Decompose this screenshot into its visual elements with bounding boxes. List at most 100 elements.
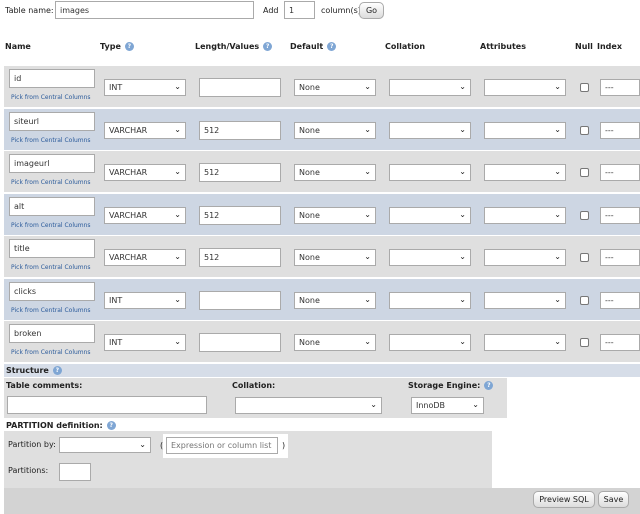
help-icon[interactable]: ? [263, 42, 273, 51]
column-attributes-select[interactable]: ⌄ [484, 206, 566, 224]
pick-from-central-columns-link[interactable]: Pick from Central Columns [11, 264, 91, 271]
column-collation-select[interactable]: ⌄ [389, 334, 471, 351]
chevron-down-icon: ⌄ [472, 400, 479, 409]
column-length-input[interactable]: 512 [199, 163, 281, 182]
chevron-down-icon: ⌄ [364, 294, 371, 304]
column-name-input[interactable]: title [9, 239, 95, 258]
column-default-select[interactable]: None ⌄ [294, 164, 376, 181]
column-length-input[interactable]: 512 [199, 120, 281, 140]
column-row: imageurl Pick from Central Columns VARCHAR… [4, 151, 640, 192]
add-columns-input[interactable]: 1 [284, 1, 315, 19]
column-name-input[interactable]: imageurl [9, 154, 95, 173]
table-comments-input[interactable] [7, 396, 207, 414]
column-name-input[interactable]: alt [9, 196, 95, 216]
column-default-select[interactable]: None ⌄ [294, 291, 376, 309]
go-button[interactable]: Go [359, 2, 384, 19]
column-null-checkbox[interactable] [580, 168, 589, 177]
column-null-checkbox[interactable] [580, 210, 589, 220]
pick-from-central-columns-link[interactable]: Pick from Central Columns [11, 222, 91, 229]
structure-title: Structure? [6, 366, 62, 375]
preview-sql-button[interactable]: Preview SQL [533, 491, 595, 508]
column-null-checkbox[interactable] [580, 125, 589, 135]
chevron-down-icon: ⌄ [459, 209, 466, 219]
table-collation-select[interactable]: ⌄ [235, 397, 382, 414]
chevron-down-icon: ⌄ [364, 124, 371, 134]
chevron-down-icon: ⌄ [174, 167, 181, 176]
chevron-down-icon: ⌄ [459, 252, 466, 261]
help-icon[interactable]: ? [124, 42, 134, 51]
pick-from-central-columns-link[interactable]: Pick from Central Columns [11, 94, 91, 101]
column-length-input[interactable]: 512 [199, 248, 281, 267]
chevron-down-icon: ⌄ [554, 82, 561, 91]
pick-from-central-columns-link[interactable]: Pick from Central Columns [11, 349, 91, 356]
chevron-down-icon: ⌄ [174, 82, 181, 91]
column-type-select[interactable]: INT ⌄ [104, 79, 186, 96]
column-collation-select[interactable]: ⌄ [389, 79, 471, 96]
pick-from-central-columns-link[interactable]: Pick from Central Columns [11, 137, 91, 144]
column-collation-select[interactable]: ⌄ [389, 249, 471, 266]
column-type-select[interactable]: VARCHAR ⌄ [104, 206, 186, 224]
pick-from-central-columns-link[interactable]: Pick from Central Columns [11, 307, 91, 314]
column-null-checkbox[interactable] [580, 295, 589, 305]
column-length-input[interactable] [199, 333, 281, 352]
column-attributes-select[interactable]: ⌄ [484, 249, 566, 266]
column-type-select[interactable]: VARCHAR ⌄ [104, 249, 186, 266]
column-null-checkbox[interactable] [580, 83, 589, 92]
chevron-down-icon: ⌄ [364, 252, 371, 261]
column-length-input[interactable] [199, 290, 281, 310]
column-index-select[interactable]: --- [600, 206, 640, 224]
column-collation-select[interactable]: ⌄ [389, 291, 471, 309]
help-icon[interactable]: ? [52, 366, 62, 375]
column-index-select[interactable]: --- [600, 164, 640, 181]
partition-by-select[interactable]: ⌄ [59, 437, 151, 453]
column-type-select[interactable]: INT ⌄ [104, 334, 186, 351]
column-default-select[interactable]: None ⌄ [294, 334, 376, 351]
column-row: clicks Pick from Central Columns INT ⌄ None ⌄… [4, 278, 640, 320]
column-name-input[interactable]: siteurl [9, 111, 95, 131]
column-index-select[interactable]: --- [600, 291, 640, 309]
column-attributes-select[interactable]: ⌄ [484, 121, 566, 139]
column-attributes-select[interactable]: ⌄ [484, 79, 566, 96]
column-type-select[interactable]: INT ⌄ [104, 291, 186, 309]
column-length-input[interactable] [199, 78, 281, 97]
partition-expression-input[interactable] [166, 437, 278, 454]
column-name-input[interactable]: clicks [9, 281, 95, 301]
chevron-down-icon: ⌄ [554, 252, 561, 261]
column-attributes-select[interactable]: ⌄ [484, 291, 566, 309]
partitions-count-input[interactable] [59, 463, 91, 481]
column-name-input[interactable]: id [9, 69, 95, 88]
chevron-down-icon: ⌄ [364, 209, 371, 219]
column-name-input[interactable]: broken [9, 324, 95, 343]
column-length-input[interactable]: 512 [199, 205, 281, 225]
storage-engine-select[interactable]: InnoDB ⌄ [411, 397, 484, 414]
column-index-select[interactable]: --- [600, 121, 640, 139]
header-index: Index [597, 42, 622, 51]
help-icon[interactable]: ? [327, 42, 337, 51]
help-icon[interactable]: ? [484, 381, 494, 390]
column-index-select[interactable]: --- [600, 334, 640, 351]
column-default-select[interactable]: None ⌄ [294, 206, 376, 224]
column-collation-select[interactable]: ⌄ [389, 121, 471, 139]
column-default-select[interactable]: None ⌄ [294, 249, 376, 266]
table-name-input[interactable]: images [55, 1, 254, 19]
column-type-select[interactable]: VARCHAR ⌄ [104, 121, 186, 139]
column-collation-select[interactable]: ⌄ [389, 164, 471, 181]
chevron-down-icon: ⌄ [364, 82, 371, 91]
help-icon[interactable]: ? [106, 421, 116, 430]
column-row: id Pick from Central Columns INT ⌄ None ⌄ ⌄ ⌄ --… [4, 66, 640, 107]
column-default-select[interactable]: None ⌄ [294, 121, 376, 139]
column-null-checkbox[interactable] [580, 253, 589, 262]
chevron-down-icon: ⌄ [459, 167, 466, 176]
column-attributes-select[interactable]: ⌄ [484, 334, 566, 351]
save-button[interactable]: Save [598, 491, 629, 508]
pick-from-central-columns-link[interactable]: Pick from Central Columns [11, 179, 91, 186]
header-name: Name [5, 42, 31, 51]
column-index-select[interactable]: --- [600, 249, 640, 266]
column-attributes-select[interactable]: ⌄ [484, 164, 566, 181]
column-index-select[interactable]: --- [600, 79, 640, 96]
column-collation-select[interactable]: ⌄ [389, 206, 471, 224]
column-row: title Pick from Central Columns VARCHAR ⌄ 51… [4, 236, 640, 277]
column-type-select[interactable]: VARCHAR ⌄ [104, 164, 186, 181]
column-default-select[interactable]: None ⌄ [294, 79, 376, 96]
column-null-checkbox[interactable] [580, 338, 589, 347]
